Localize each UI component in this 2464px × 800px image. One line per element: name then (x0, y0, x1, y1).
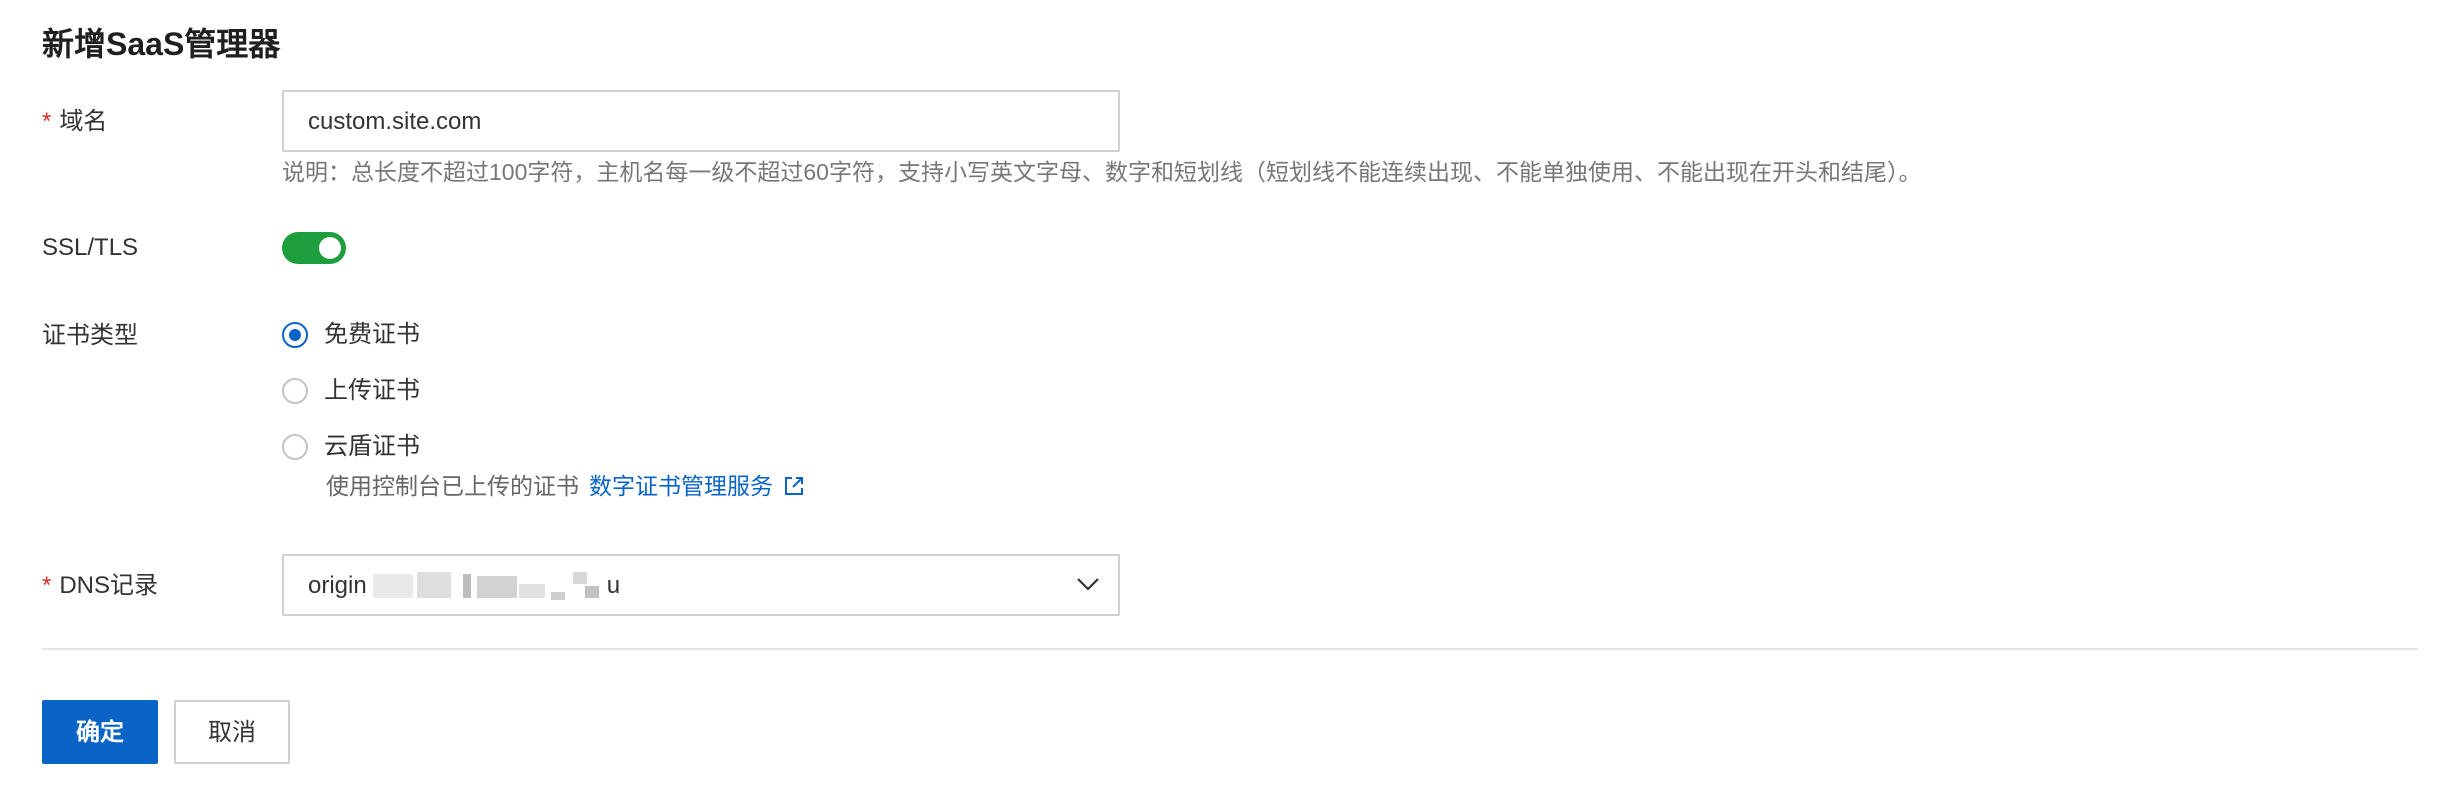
chevron-down-icon[interactable] (1076, 576, 1100, 592)
domain-hint: 说明：总长度不超过100字符，主机名每一级不超过60字符，支持小写英文字母、数字… (282, 159, 1922, 185)
toggle-knob (319, 237, 341, 259)
cert-service-link[interactable]: 数字证书管理服务 (589, 470, 773, 502)
ssl-label: SSL/TLS (42, 234, 139, 261)
external-link-icon[interactable] (783, 475, 805, 497)
domain-input[interactable]: custom.site.com (282, 90, 1120, 152)
ssl-toggle[interactable] (282, 232, 346, 264)
page-title: 新增SaaS管理器 (42, 26, 281, 62)
radio-cloud-cert[interactable]: 云盾证书 (282, 429, 420, 465)
radio-label: 上传证书 (324, 377, 420, 404)
required-mark: * (42, 108, 52, 135)
dns-label-text: DNS记录 (59, 572, 159, 599)
domain-input-value: custom.site.com (308, 108, 482, 135)
radio-label: 免费证书 (324, 321, 420, 348)
cloud-cert-desc: 使用控制台已上传的证书 数字证书管理服务 (326, 470, 805, 502)
radio-button-checked[interactable] (282, 322, 308, 348)
dns-select[interactable]: origin u (282, 554, 1120, 616)
domain-label-text: 域名 (59, 108, 108, 135)
cert-type-label: 证书类型 (42, 322, 138, 349)
confirm-button[interactable]: 确定 (42, 700, 158, 764)
radio-button[interactable] (282, 378, 308, 404)
dns-value-suffix: u (606, 572, 621, 599)
radio-button[interactable] (282, 434, 308, 460)
redacted-mask (367, 570, 607, 602)
dns-select-value: origin u (308, 570, 620, 602)
dns-label: * DNS记录 (42, 570, 158, 602)
radio-upload-cert[interactable]: 上传证书 (282, 373, 420, 409)
required-mark: * (42, 572, 52, 599)
radio-label: 云盾证书 (324, 433, 420, 460)
cloud-cert-desc-text: 使用控制台已上传的证书 (326, 473, 579, 499)
radio-free-cert[interactable]: 免费证书 (282, 317, 420, 353)
divider (42, 648, 2418, 650)
dns-value-prefix: origin (308, 572, 367, 599)
cancel-button[interactable]: 取消 (174, 700, 290, 764)
domain-label: * 域名 (42, 106, 107, 138)
